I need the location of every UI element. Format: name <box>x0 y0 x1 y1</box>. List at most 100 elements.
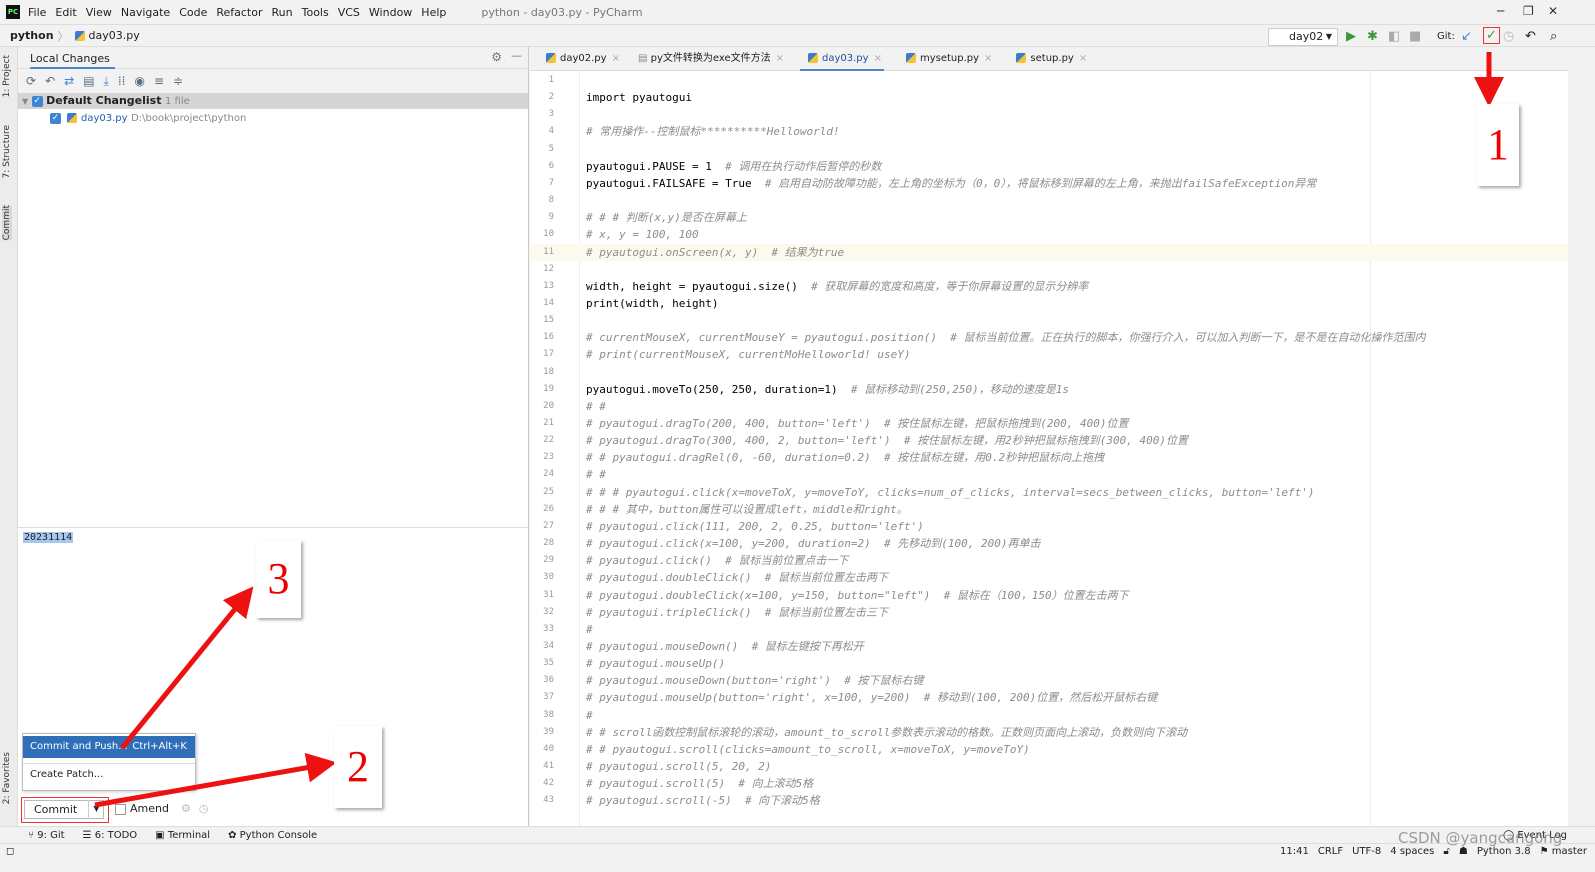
code-line[interactable]: 7 pyautogui.FAILSAFE = True # 启用自动防故障功能，左… <box>530 175 1568 192</box>
menu-vcs[interactable]: VCS <box>338 6 360 19</box>
minimize-icon[interactable]: ─ <box>1497 4 1504 18</box>
code-line[interactable]: 16 # currentMouseX, currentMouseY = pyaut… <box>530 329 1568 346</box>
caret-position[interactable]: 11:41 <box>1280 846 1309 857</box>
python-console-tool-button[interactable]: ✿ Python Console <box>228 830 317 841</box>
code-line[interactable]: 5 <box>530 141 1568 158</box>
code-line[interactable]: 2 import pyautogui <box>530 89 1568 106</box>
file-checkbox[interactable]: ✓ <box>50 112 61 124</box>
interpreter[interactable]: Python 3.8 <box>1477 846 1531 857</box>
close-tab-icon[interactable]: × <box>1079 53 1087 64</box>
shelve-icon[interactable]: ⤓ <box>104 74 109 89</box>
code-line[interactable]: 1 <box>530 72 1568 89</box>
git-branch[interactable]: ⚑ master <box>1540 846 1587 857</box>
code-line[interactable]: 37 # pyautogui.mouseUp(button='right', x=… <box>530 689 1568 706</box>
default-changelist-row[interactable]: ▼ ✓ Default Changelist 1 file <box>18 93 528 109</box>
code-line[interactable]: 4 # 常用操作--控制鼠标**********Helloworld! <box>530 123 1568 140</box>
changelist-checkbox[interactable]: ✓ <box>31 95 43 107</box>
breadcrumb-project[interactable]: python <box>10 29 54 42</box>
menu-window[interactable]: Window <box>369 6 412 19</box>
coverage-icon[interactable]: ◧ <box>1388 29 1400 44</box>
code-line[interactable]: 14 print(width, height) <box>530 295 1568 312</box>
file-encoding[interactable]: UTF-8 <box>1352 846 1381 857</box>
code-line[interactable]: 10 # x, y = 100, 100 <box>530 226 1568 243</box>
code-line[interactable]: 39 # # scroll函数控制鼠标滚轮的滚动，amount_to_scroll… <box>530 724 1568 741</box>
expand-arrow-icon[interactable]: ▼ <box>22 97 28 106</box>
code-line[interactable]: 28 # pyautogui.click(x=100, y=200, durati… <box>530 535 1568 552</box>
commit-and-push-item[interactable]: Commit and Push... Ctrl+Alt+K <box>23 736 195 758</box>
group-by-icon[interactable]: ⁞⁞ <box>118 74 126 88</box>
close-tab-icon[interactable]: × <box>776 53 784 64</box>
inspector-icon[interactable]: ☗ <box>1459 846 1468 857</box>
menu-run[interactable]: Run <box>272 6 293 19</box>
lock-icon[interactable]: 🔓︎ <box>1443 846 1449 857</box>
favorites-tool-button[interactable]: 2: Favorites <box>2 752 12 804</box>
code-line[interactable]: 24 # # <box>530 466 1568 483</box>
tab-day02[interactable]: day02.py × <box>538 47 622 71</box>
code-line[interactable]: 6 pyautogui.PAUSE = 1 # 调用在执行动作后暂停的秒数 <box>530 158 1568 175</box>
menu-file[interactable]: File <box>28 6 46 19</box>
menu-edit[interactable]: Edit <box>55 6 76 19</box>
line-separator[interactable]: CRLF <box>1318 846 1343 857</box>
layout-toggle-icon[interactable]: ◻ <box>6 846 14 857</box>
tab-day03[interactable]: day03.py × <box>800 47 884 71</box>
code-line[interactable]: 41 # pyautogui.scroll(5, 20, 2) <box>530 758 1568 775</box>
git-commit-icon[interactable]: ✓ <box>1483 27 1500 44</box>
refresh-icon[interactable]: ⟳ <box>26 74 36 88</box>
code-editor[interactable]: 1 2 import pyautogui 3 4 # 常用操作--控制鼠标********… <box>530 71 1568 826</box>
local-changes-tab[interactable]: Local Changes <box>30 52 115 69</box>
code-line[interactable]: 36 # pyautogui.mouseDown(button='right') … <box>530 672 1568 689</box>
menu-help[interactable]: Help <box>421 6 446 19</box>
code-line[interactable]: 32 # pyautogui.tripleClick() # 鼠标当前位置左击三下 <box>530 604 1568 621</box>
view-options-icon[interactable]: ◉ <box>134 74 144 88</box>
tab-py-to-exe[interactable]: ▤ py文件转换为exe文件方法 × <box>636 47 786 71</box>
stop-icon[interactable]: ■ <box>1409 29 1421 44</box>
git-update-icon[interactable]: ↙ <box>1461 29 1472 44</box>
restore-icon[interactable]: ❐ <box>1523 4 1534 18</box>
changed-file-row[interactable]: ✓ day03.py D:\book\project\python <box>18 109 528 127</box>
structure-tool-button[interactable]: 7: Structure <box>2 125 12 179</box>
tab-setup[interactable]: setup.py × <box>1008 47 1089 71</box>
code-line[interactable]: 42 # pyautogui.scroll(5) # 向上滚动5格 <box>530 775 1568 792</box>
close-tab-icon[interactable]: × <box>612 53 620 64</box>
code-line[interactable]: 11 # pyautogui.onScreen(x, y) # 结果为true <box>530 243 1568 261</box>
commit-tool-button[interactable]: Commit <box>2 205 12 241</box>
menu-navigate[interactable]: Navigate <box>121 6 170 19</box>
menu-refactor[interactable]: Refactor <box>216 6 262 19</box>
close-tab-icon[interactable]: × <box>984 53 992 64</box>
breadcrumb-file[interactable]: day03.py <box>89 29 140 42</box>
close-icon[interactable]: ✕ <box>1548 4 1558 18</box>
collapse-all-icon[interactable]: ≑ <box>173 74 183 88</box>
menu-code[interactable]: Code <box>179 6 207 19</box>
create-patch-item[interactable]: Create Patch... <box>23 764 195 786</box>
code-line[interactable]: 43 # pyautogui.scroll(-5) # 向下滚动5格 <box>530 792 1568 809</box>
code-line[interactable]: 35 # pyautogui.mouseUp() <box>530 655 1568 672</box>
code-line[interactable]: 31 # pyautogui.doubleClick(x=100, y=150, … <box>530 587 1568 604</box>
code-line[interactable]: 30 # pyautogui.doubleClick() # 鼠标当前位置左击两下 <box>530 569 1568 586</box>
code-line[interactable]: 17 # print(currentMouseX, currentMoHellow… <box>530 346 1568 363</box>
debug-icon[interactable]: ✱ <box>1367 29 1378 44</box>
run-config-select[interactable]: day02 ▼ <box>1268 28 1338 46</box>
indent-setting[interactable]: 4 spaces <box>1390 846 1434 857</box>
changelist-icon[interactable]: ▤ <box>83 74 94 88</box>
code-line[interactable]: 18 <box>530 364 1568 381</box>
code-line[interactable]: 40 # # pyautogui.scroll(clicks=amount_to_… <box>530 741 1568 758</box>
code-line[interactable]: 13 width, height = pyautogui.size() # 获取屏… <box>530 278 1568 295</box>
code-line[interactable]: 3 <box>530 106 1568 123</box>
gear-icon[interactable]: ⚙ <box>491 50 502 64</box>
todo-tool-button[interactable]: ☰ 6: TODO <box>83 830 138 841</box>
menu-tools[interactable]: Tools <box>302 6 329 19</box>
history-icon[interactable]: ◷ <box>199 802 209 815</box>
code-line[interactable]: 26 # # # 其中，button属性可以设置成left，middle和righ… <box>530 501 1568 518</box>
terminal-tool-button[interactable]: ▣ Terminal <box>155 830 210 841</box>
code-line[interactable]: 22 # pyautogui.dragTo(300, 400, 2, button… <box>530 432 1568 449</box>
rollback-icon[interactable]: ↶ <box>45 74 55 88</box>
code-line[interactable]: 25 # # # pyautogui.click(x=moveToX, y=mov… <box>530 484 1568 501</box>
code-line[interactable]: 8 <box>530 192 1568 209</box>
close-tab-icon[interactable]: × <box>874 53 882 64</box>
code-line[interactable]: 21 # pyautogui.dragTo(200, 400, button='l… <box>530 415 1568 432</box>
hide-icon[interactable]: — <box>511 49 522 62</box>
rollback-icon[interactable]: ↶ <box>1525 29 1536 44</box>
search-icon[interactable]: ⌕ <box>1550 29 1557 44</box>
diff-icon[interactable]: ⇄ <box>64 74 74 88</box>
expand-all-icon[interactable]: ≡ <box>154 74 164 88</box>
